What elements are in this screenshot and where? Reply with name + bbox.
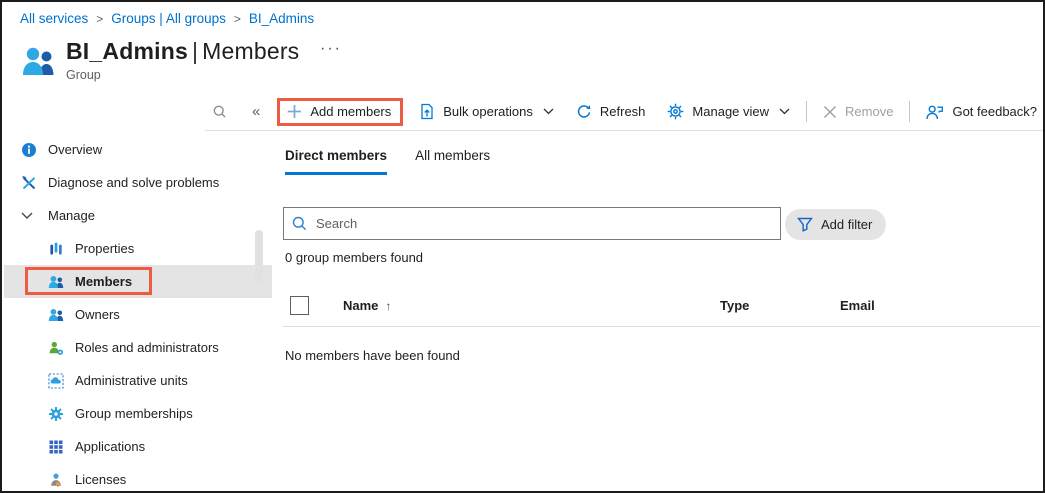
refresh-label: Refresh (599, 104, 646, 119)
remove-label: Remove (845, 104, 894, 119)
x-icon (823, 105, 837, 119)
members-people-icon (48, 273, 65, 290)
tab-direct-members[interactable]: Direct members (285, 148, 388, 175)
sidebar-item-label: Roles and administrators (75, 340, 219, 355)
remove-button[interactable]: Remove (823, 104, 893, 119)
blade-menu: Overview Diagnose and solve problems Man… (4, 133, 272, 489)
feedback-person-icon (926, 104, 944, 120)
got-feedback-button[interactable]: Got feedback? (926, 104, 1037, 120)
page-subtitle: Group (66, 68, 101, 82)
refresh-button[interactable]: Refresh (576, 104, 646, 120)
tools-icon (21, 174, 38, 191)
breadcrumb-separator-icon: > (233, 11, 241, 26)
column-header-type[interactable]: Type (720, 298, 749, 313)
page-header: BI_Admins | Members Group (22, 38, 299, 82)
sidebar-section-manage[interactable]: Manage (4, 199, 272, 232)
bulk-operations-label: Bulk operations (443, 104, 533, 119)
members-pane: Direct members All members Add filter 0 … (283, 132, 1041, 489)
sidebar-item-licenses[interactable]: Licenses (4, 463, 272, 491)
bulk-operations-button[interactable]: Bulk operations (419, 103, 554, 120)
bulk-operations-icon (419, 103, 435, 120)
sidebar-item-members[interactable]: Members (4, 265, 272, 298)
command-bar: « Add members Bulk operations Refresh Ma… (205, 93, 1043, 131)
licenses-icon (48, 471, 65, 488)
breadcrumb-separator-icon: > (96, 11, 104, 26)
sidebar-section-label: Manage (48, 208, 95, 223)
sidebar-item-diagnose[interactable]: Diagnose and solve problems (4, 166, 272, 199)
properties-icon (48, 240, 65, 257)
add-filter-button[interactable]: Add filter (785, 209, 887, 240)
sidebar-item-label: Applications (75, 439, 146, 454)
members-search-input[interactable] (316, 216, 772, 231)
toolbar-divider (806, 101, 808, 122)
search-icon (213, 105, 226, 118)
sidebar-item-label: Properties (75, 241, 135, 256)
sidebar-item-label: Group memberships (75, 406, 193, 421)
page-title-section: Members (202, 38, 300, 64)
member-tabs: Direct members All members (285, 148, 490, 175)
chevron-down-icon (21, 207, 38, 224)
manage-view-button[interactable]: Manage view (667, 103, 790, 120)
sidebar-item-label: Members (75, 274, 133, 289)
column-header-name[interactable]: Name ↑ (343, 298, 391, 313)
page-title-divider: | (191, 38, 199, 64)
annotation-box-add-members: Add members (277, 97, 404, 126)
manage-view-label: Manage view (692, 104, 770, 119)
roles-person-gear-icon (48, 339, 65, 356)
menu-search-button[interactable] (213, 105, 226, 118)
info-icon (21, 141, 38, 158)
refresh-icon (576, 104, 592, 120)
page-title-object: BI_Admins (66, 38, 188, 64)
breadcrumb: All services > Groups | All groups > BI_… (20, 11, 314, 26)
breadcrumb-link-all-services[interactable]: All services (20, 11, 88, 26)
breadcrumb-link-groups-all-groups[interactable]: Groups | All groups (111, 11, 226, 26)
administrative-units-icon (48, 372, 65, 389)
add-members-label: Add members (310, 103, 392, 119)
add-filter-label: Add filter (821, 217, 873, 232)
gear-icon (667, 103, 684, 120)
tab-all-members[interactable]: All members (415, 148, 490, 175)
collapse-menu-button[interactable]: « (252, 103, 260, 120)
sidebar-item-overview[interactable]: Overview (4, 133, 272, 166)
plus-icon (287, 104, 302, 119)
column-header-email[interactable]: Email (840, 298, 875, 313)
filter-row: Add filter (283, 207, 1041, 241)
search-box (283, 207, 781, 240)
group-memberships-gear-icon (48, 405, 65, 422)
sidebar-item-group-memberships[interactable]: Group memberships (4, 397, 272, 430)
group-icon (23, 47, 54, 75)
toolbar-divider (909, 101, 911, 122)
sidebar-scrollbar[interactable] (255, 230, 263, 284)
applications-grid-icon (48, 438, 65, 455)
sidebar-item-label: Overview (48, 142, 103, 157)
sidebar-item-owners[interactable]: Owners (4, 298, 272, 331)
azure-group-members-blade: All services > Groups | All groups > BI_… (0, 0, 1045, 493)
sidebar-item-label: Diagnose and solve problems (48, 175, 220, 190)
sidebar-item-administrative-units[interactable]: Administrative units (4, 364, 272, 397)
got-feedback-label: Got feedback? (952, 104, 1038, 119)
filter-funnel-icon (797, 217, 813, 232)
member-count-text: 0 group members found (285, 250, 424, 265)
chevron-down-icon (543, 108, 554, 115)
search-icon (292, 216, 307, 231)
members-table-header: Name ↑ Type Email (283, 288, 1041, 327)
sidebar-item-properties[interactable]: Properties (4, 232, 272, 265)
empty-state-text: No members have been found (285, 348, 460, 363)
sort-ascending-icon: ↑ (385, 299, 392, 313)
sidebar-item-roles-administrators[interactable]: Roles and administrators (4, 331, 272, 364)
sidebar-item-label: Licenses (75, 472, 127, 487)
sidebar-item-applications[interactable]: Applications (4, 430, 272, 463)
owners-people-icon (48, 306, 65, 323)
sidebar-item-label: Owners (75, 307, 120, 322)
column-name-label: Name (343, 298, 379, 313)
page-title: BI_Admins | Members (66, 38, 299, 65)
select-all-checkbox[interactable] (290, 296, 309, 315)
breadcrumb-link-bi-admins[interactable]: BI_Admins (249, 11, 314, 26)
more-options-button[interactable]: ··· (320, 40, 342, 58)
chevron-down-icon (779, 108, 790, 115)
sidebar-item-label: Administrative units (75, 373, 188, 388)
add-members-button[interactable]: Add members (287, 104, 391, 119)
